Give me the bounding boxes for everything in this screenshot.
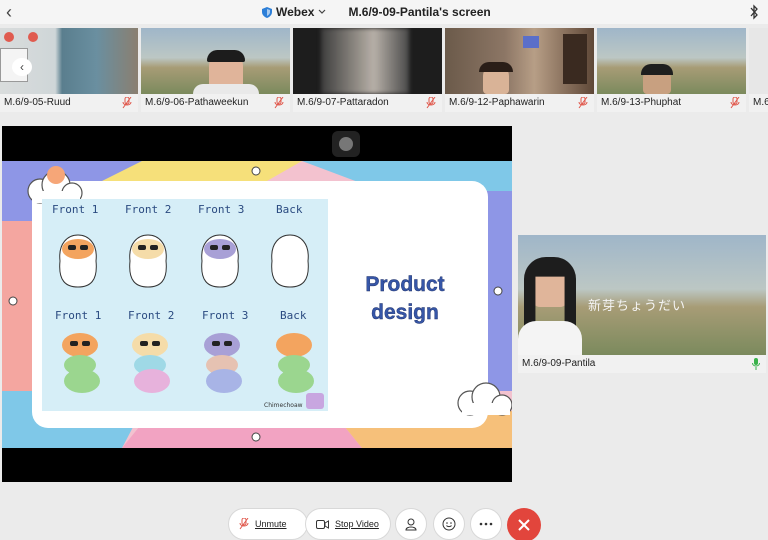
slide-title-line1: Product <box>365 273 444 296</box>
row1-label: Front 2 <box>125 203 171 216</box>
participant-tile[interactable]: ‹ M.6/9-05-Ruud <box>0 28 138 112</box>
more-options-button[interactable] <box>470 508 502 540</box>
mini-logo <box>306 393 324 409</box>
row1-label: Back <box>276 203 303 216</box>
person-hair <box>641 64 673 75</box>
person-hair <box>207 50 245 62</box>
mic-muted-icon <box>239 518 249 530</box>
bear-front-2 <box>129 234 167 288</box>
reactions-icon <box>442 517 456 531</box>
shared-screen-title: M.6/9-09-Pantila's screen <box>348 5 491 19</box>
bear-front-3 <box>201 234 239 288</box>
reactions-button[interactable] <box>433 508 465 540</box>
participant-video <box>749 28 768 94</box>
scroll-left-icon[interactable]: ‹ <box>12 58 32 76</box>
participant-tile[interactable]: M.6/9-13-Phuphat <box>597 28 746 112</box>
meeting-title: Webex M.6/9-09-Pantila's screen <box>262 4 491 20</box>
app-name[interactable]: Webex <box>276 5 314 19</box>
unmute-button[interactable]: Unmute <box>228 508 308 540</box>
person-hair <box>479 62 513 72</box>
participant-video: ‹ <box>0 28 138 94</box>
end-call-button[interactable] <box>507 508 541 540</box>
mic-muted-icon <box>578 97 588 109</box>
bear-front-2-row2 <box>132 333 170 393</box>
row2-label: Front 2 <box>128 309 174 322</box>
slide-title-line2: design <box>371 301 439 324</box>
self-view-tile[interactable]: 新芽ちょうだい M.6/9-09-Pantila <box>518 235 766 373</box>
bluetooth-icon <box>750 4 758 20</box>
participant-video <box>597 28 746 94</box>
shelf <box>563 34 587 84</box>
stop-video-label: Stop Video <box>335 519 379 529</box>
video-camera-icon <box>316 519 329 529</box>
participants-icon <box>405 518 417 531</box>
person-shirt <box>518 321 582 355</box>
row1-label: Front 1 <box>52 203 98 216</box>
more-icon <box>479 522 493 526</box>
record-badge-icon <box>4 32 14 42</box>
presentation-slide: Front 1 Front 2 Front 3 Back Front 1 Fro… <box>2 161 512 448</box>
title-bar: ‹ Webex M.6/9-09-Pantila's screen <box>0 0 768 24</box>
mic-muted-icon <box>426 97 436 109</box>
bear-back-row2 <box>276 333 314 393</box>
mic-active-icon <box>752 358 760 370</box>
mic-muted-icon <box>122 97 132 109</box>
participant-video <box>141 28 290 96</box>
shield-icon <box>262 6 272 18</box>
unmute-label: Unmute <box>255 519 287 529</box>
designer-signature: Chimechoaw <box>264 402 303 409</box>
bear-front-3-row2 <box>204 333 242 393</box>
participant-name: M.6/9-13-Phuphat <box>601 97 682 108</box>
participant-video <box>293 28 442 94</box>
stop-video-button[interactable]: Stop Video <box>305 508 391 540</box>
self-video: 新芽ちょうだい <box>518 235 766 355</box>
mic-muted-icon <box>274 97 284 109</box>
participant-name: M.6/9-07-Pattaradon <box>297 97 389 108</box>
virtual-background-text: 新芽ちょうだい <box>588 299 687 314</box>
meeting-controls: Unmute Stop Video <box>0 506 768 540</box>
participants-button[interactable] <box>395 508 427 540</box>
bear-front-1-row2 <box>62 333 100 393</box>
participant-tile[interactable]: M.6/9-06-Pathaweekun <box>141 28 290 112</box>
participant-tile[interactable]: M.6/9-12-Paphawarin <box>445 28 594 112</box>
participant-tile[interactable]: M.6 <box>749 28 768 112</box>
blurred-video <box>321 28 409 94</box>
mic-muted-icon <box>730 97 740 109</box>
participant-name: M.6/9-05-Ruud <box>4 97 71 108</box>
participant-name: M.6/9-06-Pathaweekun <box>145 97 249 108</box>
participant-name: M.6/9-12-Paphawarin <box>449 97 545 108</box>
screen-glow <box>523 36 539 48</box>
bear-back <box>271 234 309 288</box>
chevron-down-icon[interactable] <box>318 9 326 15</box>
self-name: M.6/9-09-Pantila <box>522 358 596 369</box>
end-call-icon <box>518 519 530 531</box>
participant-tile[interactable]: M.6/9-07-Pattaradon <box>293 28 442 112</box>
participant-video <box>445 28 594 94</box>
record-badge-icon <box>28 32 38 42</box>
participant-strip[interactable]: ‹ M.6/9-05-Ruud M.6/9-06-Pathaweekun M.6… <box>0 28 768 112</box>
bear-front-1 <box>59 234 97 288</box>
participant-name: M.6 <box>753 97 768 108</box>
share-control-handle[interactable] <box>332 131 360 157</box>
row2-label: Back <box>280 309 307 322</box>
row1-label: Front 3 <box>198 203 244 216</box>
row2-label: Front 3 <box>202 309 248 322</box>
shared-screen[interactable]: Front 1 Front 2 Front 3 Back Front 1 Fro… <box>2 126 512 482</box>
row2-label: Front 1 <box>55 309 101 322</box>
back-chevron-icon[interactable]: ‹ <box>6 3 20 21</box>
